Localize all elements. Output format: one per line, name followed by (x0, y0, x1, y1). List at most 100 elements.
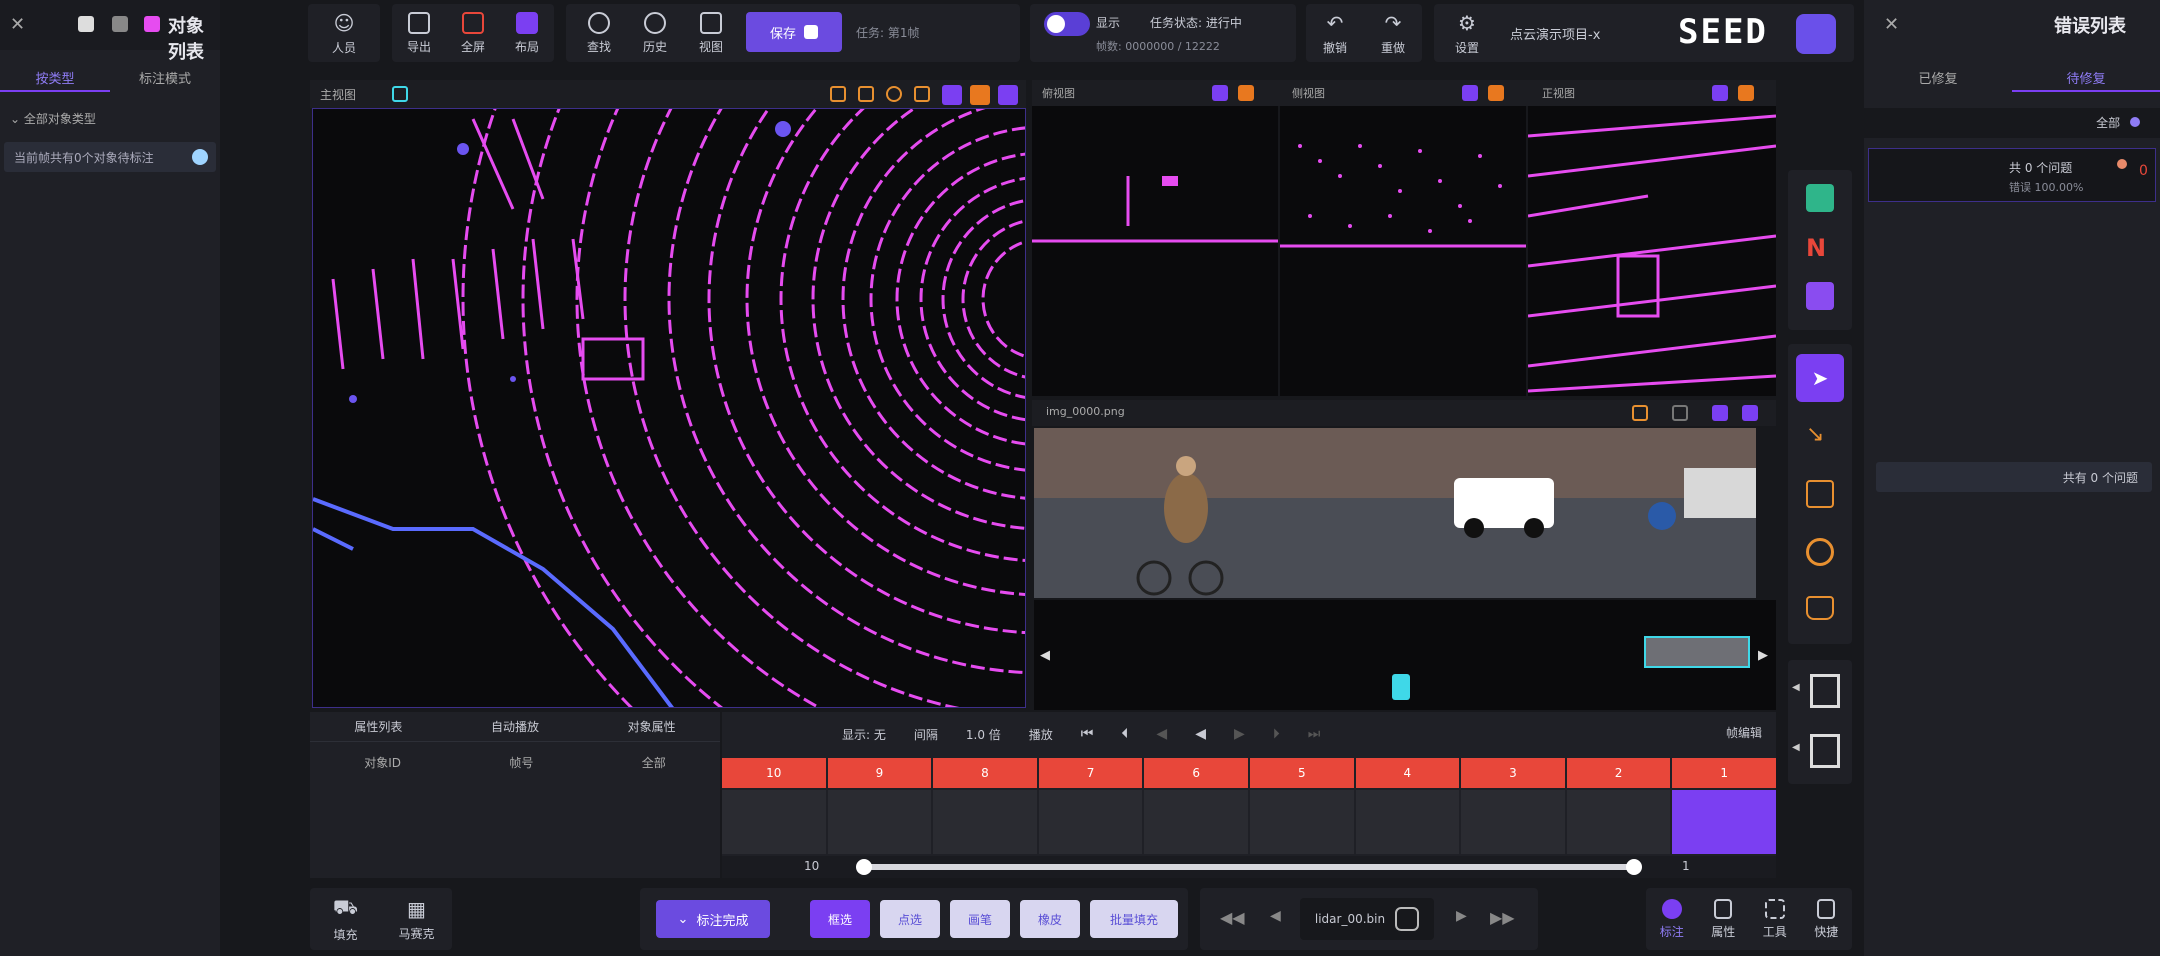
frame-no-label[interactable]: 帧号 (509, 754, 533, 771)
square-icon[interactable] (1672, 405, 1688, 421)
window-icon[interactable] (78, 16, 94, 32)
camera-image[interactable] (1034, 428, 1756, 598)
cube-purple-icon[interactable] (1712, 405, 1728, 421)
cube-orange-icon[interactable] (1238, 85, 1254, 101)
cube-outline-tool-icon[interactable] (1806, 480, 1834, 508)
cube-orange-icon[interactable] (1488, 85, 1504, 101)
speed-dropdown[interactable]: 1.0 倍 (966, 726, 1001, 743)
attribute-button[interactable]: 属性 (1700, 888, 1746, 950)
square-icon[interactable] (112, 16, 128, 32)
object-id-label[interactable]: 对象ID (364, 754, 401, 771)
prev-file-icon[interactable]: ◀ (1270, 908, 1281, 924)
user-button[interactable]: ☺ 人员 (308, 4, 380, 62)
interval-dropdown[interactable]: 间隔 (914, 726, 938, 743)
layout-panel-icon[interactable] (1810, 674, 1840, 708)
frame-col[interactable]: 4 (1355, 758, 1460, 854)
n-tool-icon[interactable]: N (1806, 234, 1834, 262)
step-back-icon[interactable]: ⏴ (1121, 726, 1128, 742)
side-view[interactable] (1280, 106, 1526, 396)
thumb-next-icon[interactable]: ▶ (1758, 648, 1768, 663)
color-icon[interactable] (144, 16, 160, 32)
top-view[interactable] (1032, 106, 1278, 396)
cube-purple-icon[interactable] (942, 85, 962, 105)
layout-button[interactable]: 布局 (502, 4, 552, 62)
frame-col[interactable]: 7 (1038, 758, 1143, 854)
lidar-main-view[interactable] (312, 108, 1026, 708)
cube-tool-icon[interactable] (1806, 184, 1834, 212)
last-file-icon[interactable]: ▶▶ (1490, 908, 1515, 927)
mode-eraser[interactable]: 橡皮 (1020, 900, 1080, 938)
file-name-box[interactable]: lidar_00.bin (1300, 898, 1434, 940)
frame-col[interactable]: 2 (1566, 758, 1671, 854)
frame-col[interactable]: 6 (1144, 758, 1248, 854)
object-attr-label[interactable]: 对象属性 (628, 718, 676, 735)
display-dropdown[interactable]: 显示: 无 (842, 726, 886, 743)
stamp-tool-icon[interactable] (1806, 596, 1834, 620)
play-back-icon[interactable]: ◀ (1195, 726, 1206, 742)
expand-left-icon-2[interactable]: ◀ (1792, 742, 1800, 753)
cursor-tool-icon[interactable]: ➤ (1796, 354, 1844, 402)
complete-dropdown-button[interactable]: ⌄ 标注完成 (656, 900, 770, 938)
error-summary-card[interactable]: 共 0 个问题 错误 100.00% 0 (1868, 148, 2156, 202)
layers-icon[interactable] (1742, 405, 1758, 421)
frame-col[interactable]: 9 (827, 758, 932, 854)
rotate-icon[interactable] (886, 86, 902, 102)
redo-button[interactable]: ↷ 重做 (1368, 4, 1418, 62)
slider-handle-end[interactable] (1626, 859, 1642, 875)
mode-batch-fill[interactable]: 批量填充 (1090, 900, 1178, 938)
mosaic-button[interactable]: ▦ 马赛克 (387, 888, 447, 950)
focus-icon[interactable] (392, 86, 408, 102)
history-button[interactable]: 历史 (630, 4, 680, 62)
slider-handle-start[interactable] (856, 859, 872, 875)
skip-end-icon[interactable]: ⏭ (1308, 726, 1321, 742)
type-filter[interactable]: ⌄ 全部对象类型 (0, 104, 220, 132)
close-icon[interactable]: ✕ (10, 14, 25, 35)
all-label[interactable]: 全部 (642, 754, 666, 771)
cube-orange-icon[interactable] (1738, 85, 1754, 101)
fill-button[interactable]: ⛟ 填充 (316, 888, 376, 950)
tab-annotate-mode[interactable]: 标注模式 (110, 62, 220, 92)
cube-purple-icon-2[interactable] (998, 85, 1018, 105)
status-filter[interactable]: 全部 (1864, 108, 2160, 138)
bell-icon[interactable] (1632, 405, 1648, 421)
settings-button[interactable]: ⚙ 设置 (1442, 4, 1492, 62)
tools-button[interactable]: 工具 (1752, 888, 1798, 950)
bell-icon[interactable] (830, 86, 846, 102)
tab-fixed[interactable]: 已修复 (1864, 62, 2012, 92)
search-button[interactable]: 查找 (574, 4, 624, 62)
cube-purple-icon[interactable] (1712, 85, 1728, 101)
close-icon[interactable]: ✕ (1884, 14, 1899, 35)
cube-purple-icon[interactable] (1212, 85, 1228, 101)
save-button[interactable]: 保存 (746, 12, 842, 52)
square-icon[interactable] (914, 86, 930, 102)
step-forward-icon[interactable]: ⏵ (1273, 726, 1280, 742)
mode-brush[interactable]: 画笔 (950, 900, 1010, 938)
expand-left-icon[interactable]: ◀ (1792, 682, 1800, 693)
cube-orange-icon[interactable] (970, 85, 990, 105)
annotate-button[interactable]: 标注 (1649, 888, 1695, 950)
fullscreen-button[interactable]: 全屏 (448, 4, 498, 62)
view-button[interactable]: 视图 (686, 4, 736, 62)
first-file-icon[interactable]: ◀◀ (1220, 908, 1245, 927)
frame-col[interactable]: 5 (1249, 758, 1354, 854)
thumb-prev-icon[interactable]: ◀ (1040, 648, 1050, 663)
polyline-tool-icon[interactable]: ↘ (1806, 422, 1834, 450)
frame-col[interactable]: 3 (1461, 758, 1565, 854)
front-view[interactable] (1528, 106, 1776, 396)
image-thumbnail[interactable] (1644, 636, 1750, 668)
shortcut-button[interactable]: 快捷 (1803, 888, 1849, 950)
display-toggle[interactable] (1044, 12, 1090, 36)
grid-icon[interactable] (858, 86, 874, 102)
mode-box-select[interactable]: 框选 (810, 900, 870, 938)
sphere-tool-icon[interactable] (1806, 538, 1834, 566)
undo-button[interactable]: ↶ 撤销 (1310, 4, 1360, 62)
box-tool-icon[interactable] (1806, 282, 1834, 310)
tab-pending[interactable]: 待修复 (2012, 62, 2160, 92)
export-button[interactable]: 导出 (394, 4, 444, 62)
tab-by-type[interactable]: 按类型 (0, 62, 110, 92)
frame-col-current[interactable]: 1 (1672, 758, 1776, 854)
skip-start-icon[interactable]: ⏮ (1081, 726, 1094, 742)
frame-slider[interactable] (862, 864, 1632, 870)
cube-purple-icon[interactable] (1462, 85, 1478, 101)
play-icon[interactable]: ▶ (1234, 726, 1245, 742)
